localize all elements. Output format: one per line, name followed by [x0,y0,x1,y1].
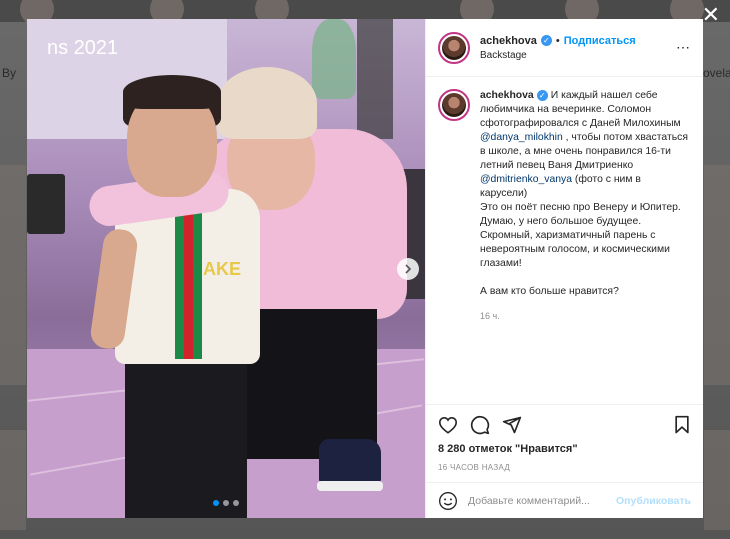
author-username[interactable]: achekhova [480,35,537,47]
man-pants [247,309,377,459]
carousel-dot[interactable] [233,500,239,506]
shirt-text: AKE [203,259,242,279]
screen-text: ns 2021 [47,37,119,59]
feed-tile[interactable] [0,165,26,385]
man-beanie [217,67,317,139]
shirt-stripe [175,209,184,359]
caption-avatar[interactable] [438,89,470,121]
feed-tile[interactable] [704,430,730,530]
separator: • [555,34,560,47]
emoji-icon[interactable] [438,491,458,511]
shoe-sole [317,481,383,491]
more-options-icon[interactable]: ⋯ [676,39,691,56]
chevron-right-icon [405,264,412,274]
verified-icon: ✓ [540,35,552,46]
comment-icon[interactable] [470,415,490,435]
carousel-dot[interactable] [213,500,219,506]
feed-tile[interactable] [0,430,26,530]
publish-button[interactable]: Опубликовать [616,495,691,507]
caption-mention[interactable]: @danya_milokhin [480,132,563,143]
shirt-stripe [193,209,202,359]
posted-time[interactable]: 16 ЧАСОВ НАЗАД [438,463,691,472]
post-location[interactable]: Backstage [480,50,676,61]
man-shoe [319,439,381,485]
likes-count[interactable]: 8 280 отметок "Нравится" [438,443,691,455]
comment-box: Опубликовать [426,482,703,518]
post-photo[interactable]: ns 2021 AKE [27,19,425,518]
post-actions: 8 280 отметок "Нравится" 16 ЧАСОВ НАЗАД [426,404,703,482]
caption-text: achekhova ✓ И каждый нашел себе любимчика … [480,89,691,299]
author-avatar[interactable] [438,31,470,64]
feed-tile[interactable] [704,165,730,385]
share-icon[interactable] [502,415,522,435]
verified-icon: ✓ [536,90,548,101]
speaker [27,174,65,234]
carousel-next-button[interactable] [397,258,419,280]
feed-right-label: ovela [703,66,730,80]
feed-left-label: By [2,66,17,80]
background-person [357,19,393,139]
carousel-dots [27,500,425,506]
caption-mention[interactable]: @dmitrienko_vanya [480,174,572,185]
heart-icon[interactable] [438,416,458,434]
shirt-stripe [184,209,193,359]
author-info: achekhova ✓ • Подписаться Backstage [480,35,676,61]
bookmark-icon[interactable] [673,415,691,435]
caption-time[interactable]: 16 ч. [480,309,691,323]
close-icon[interactable]: ✕ [702,4,720,26]
follow-button[interactable]: Подписаться [564,35,636,47]
caption-area: achekhova ✓ И каждый нашел себе любимчика … [426,77,703,404]
carousel-dot[interactable] [223,500,229,506]
caption-text-part: (фото с ним в карусели) Это он поёт песн… [480,174,681,297]
background-person [312,19,356,99]
caption-username[interactable]: achekhova [480,90,534,101]
post-modal: ns 2021 AKE achekhova ✓ • Подписаться Ba… [27,19,703,518]
boy-pants [125,359,247,518]
comment-input[interactable] [468,494,617,507]
post-header: achekhova ✓ • Подписаться Backstage ⋯ [426,19,703,77]
post-side-panel: achekhova ✓ • Подписаться Backstage ⋯ ac… [425,19,703,518]
boy-hair [123,75,221,109]
caption-body: achekhova ✓ И каждый нашел себе любимчика … [480,89,691,404]
